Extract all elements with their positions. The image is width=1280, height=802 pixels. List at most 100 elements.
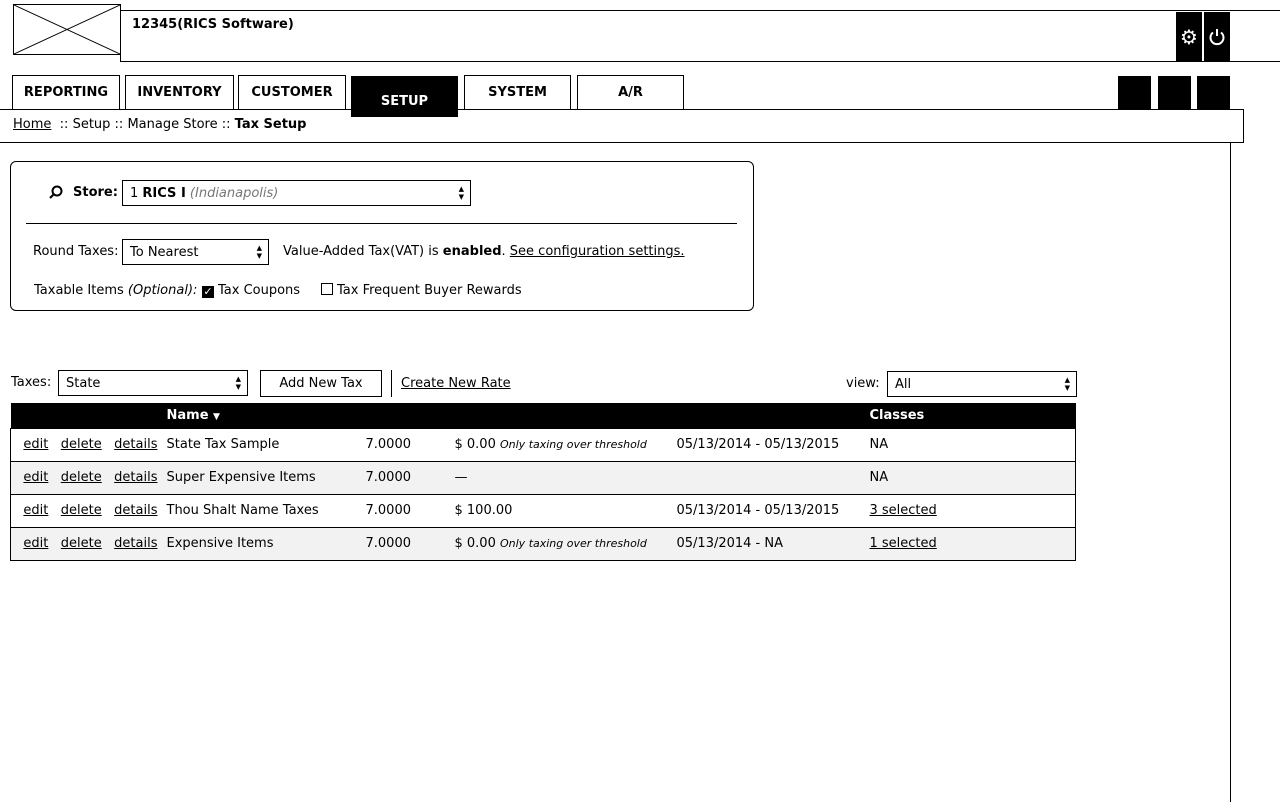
- tab-system[interactable]: SYSTEM: [464, 75, 571, 109]
- tax-rewards-label: Tax Frequent Buyer Rewards: [337, 283, 522, 298]
- tax-name: Expensive Items: [166, 526, 366, 560]
- breadcrumb: Home :: Setup :: Manage Store :: Tax Set…: [13, 117, 306, 132]
- vat-config-link[interactable]: See configuration settings.: [510, 244, 685, 259]
- table-row: edit delete details Expensive Items 7.00…: [10, 526, 1076, 560]
- divider: [26, 223, 737, 224]
- search-icon: [49, 185, 63, 203]
- threshold-note: Only taxing over threshold: [500, 438, 647, 451]
- round-taxes-label: Round Taxes:: [33, 244, 119, 259]
- optional-label: (Optional):: [127, 283, 198, 298]
- tax-name: State Tax Sample: [166, 427, 366, 461]
- edit-link[interactable]: edit: [23, 437, 48, 452]
- breadcrumb-sep: ::: [114, 117, 124, 132]
- tax-rate: 7.0000: [365, 460, 455, 494]
- edit-link[interactable]: edit: [23, 503, 48, 518]
- tax-name: Thou Shalt Name Taxes: [166, 493, 366, 527]
- row-actions: edit delete details: [10, 526, 167, 560]
- taxes-value: State: [66, 375, 101, 391]
- date-range: 05/13/2014 - NA: [676, 526, 870, 560]
- table-row: edit delete details Thou Shalt Name Taxe…: [10, 493, 1076, 527]
- power-icon: [1209, 28, 1225, 45]
- taxes-select[interactable]: State ▲ ▼: [58, 370, 248, 396]
- checkbox-unchecked-icon[interactable]: [321, 283, 333, 295]
- details-link[interactable]: details: [114, 470, 157, 485]
- breadcrumb-home[interactable]: Home: [13, 117, 51, 132]
- tax-rate: 7.0000: [365, 493, 455, 527]
- classes-header: Classes: [869, 403, 1076, 428]
- image-placeholder-icon: [13, 4, 121, 55]
- threshold-header[interactable]: Tax Over Threshold: [454, 403, 677, 428]
- tax-rate: 7.0000: [365, 427, 455, 461]
- details-link[interactable]: details: [114, 503, 157, 518]
- tab-setup[interactable]: SETUP: [351, 76, 458, 117]
- delete-link[interactable]: delete: [61, 536, 102, 551]
- tab-inventory[interactable]: INVENTORY: [125, 75, 234, 109]
- select-arrows-icon: ▲ ▼: [1064, 376, 1070, 392]
- store-select[interactable]: 1 RICS I (Indianapolis) ▲ ▼: [122, 180, 471, 206]
- tax-name: Super Expensive Items: [166, 460, 366, 494]
- table-row: edit delete details State Tax Sample 7.0…: [10, 427, 1076, 461]
- taxable-items-label: Taxable Items (Optional):: [34, 283, 197, 298]
- tax-header-label: Tax(%): [365, 407, 415, 423]
- edit-link[interactable]: edit: [23, 536, 48, 551]
- name-header-label: Name: [166, 407, 209, 423]
- actions-header: [10, 403, 167, 428]
- date-header[interactable]: Date Range: [676, 403, 870, 428]
- date-range: 05/13/2014 - 05/13/2015: [676, 493, 870, 527]
- date-header-label: Date Range: [676, 407, 762, 423]
- view-value: All: [895, 376, 912, 392]
- row-actions: edit delete details: [10, 493, 167, 527]
- tax-header[interactable]: Tax(%): [365, 403, 455, 428]
- threshold-value: —: [454, 470, 468, 485]
- toolbar-button-3[interactable]: [1197, 76, 1230, 109]
- tax-threshold: $ 0.00 Only taxing over threshold: [454, 427, 677, 461]
- row-actions: edit delete details: [10, 427, 167, 461]
- edit-link[interactable]: edit: [23, 470, 48, 485]
- vat-state: enabled: [442, 244, 502, 259]
- classes-link[interactable]: 3 selected: [870, 503, 937, 518]
- delete-link[interactable]: delete: [61, 470, 102, 485]
- tax-coupons-label: Tax Coupons: [218, 283, 301, 298]
- details-link[interactable]: details: [114, 437, 157, 452]
- tax-coupons-option[interactable]: ✓ Tax Coupons: [202, 283, 300, 298]
- divider: [1230, 142, 1231, 802]
- date-range: 05/13/2014 - 05/13/2015: [676, 427, 870, 461]
- gear-icon: ⚙: [1180, 24, 1198, 49]
- tab-customer[interactable]: CUSTOMER: [238, 75, 346, 109]
- breadcrumb-sep: ::: [221, 117, 231, 132]
- tax-classes: NA: [869, 427, 1076, 461]
- classes-value: NA: [869, 470, 889, 485]
- create-new-rate-link[interactable]: Create New Rate: [401, 376, 511, 391]
- breadcrumb-current: Tax Setup: [234, 117, 307, 132]
- threshold-value: $ 0.00: [454, 536, 496, 551]
- name-header[interactable]: Name ▼: [166, 403, 366, 428]
- settings-button[interactable]: ⚙: [1176, 12, 1202, 61]
- tax-threshold: $ 100.00: [454, 493, 677, 527]
- details-link[interactable]: details: [114, 536, 157, 551]
- toolbar-button-1[interactable]: [1118, 76, 1151, 109]
- tab-ar[interactable]: A/R: [577, 75, 684, 109]
- classes-link[interactable]: 1 selected: [870, 536, 937, 551]
- tax-classes: NA: [869, 460, 1076, 494]
- tab-reporting[interactable]: REPORTING: [12, 75, 120, 109]
- vat-text: Value-Added Tax(VAT) is: [283, 244, 439, 259]
- view-select[interactable]: All ▲ ▼: [887, 371, 1077, 397]
- select-arrows-icon: ▲ ▼: [256, 244, 262, 260]
- delete-link[interactable]: delete: [61, 437, 102, 452]
- add-new-tax-button[interactable]: Add New Tax: [260, 370, 382, 397]
- delete-link[interactable]: delete: [61, 503, 102, 518]
- tax-rewards-option[interactable]: Tax Frequent Buyer Rewards: [321, 283, 522, 298]
- tax-rate: 7.0000: [365, 526, 455, 560]
- date-range: [676, 460, 870, 494]
- threshold-value: $ 100.00: [454, 503, 513, 518]
- logout-button[interactable]: [1204, 12, 1230, 61]
- checkbox-checked-icon[interactable]: ✓: [202, 286, 214, 298]
- tax-classes: 1 selected: [869, 526, 1076, 560]
- header-bar: [120, 10, 1280, 62]
- threshold-header-label: Tax Over Threshold: [454, 407, 596, 423]
- toolbar-button-2[interactable]: [1158, 76, 1191, 109]
- breadcrumb-manage-store: Manage Store: [127, 117, 218, 132]
- round-taxes-select[interactable]: To Nearest ▲ ▼: [122, 239, 269, 265]
- breadcrumb-setup: Setup: [72, 117, 111, 132]
- vat-status: Value-Added Tax(VAT) is enabled. See con…: [283, 244, 685, 259]
